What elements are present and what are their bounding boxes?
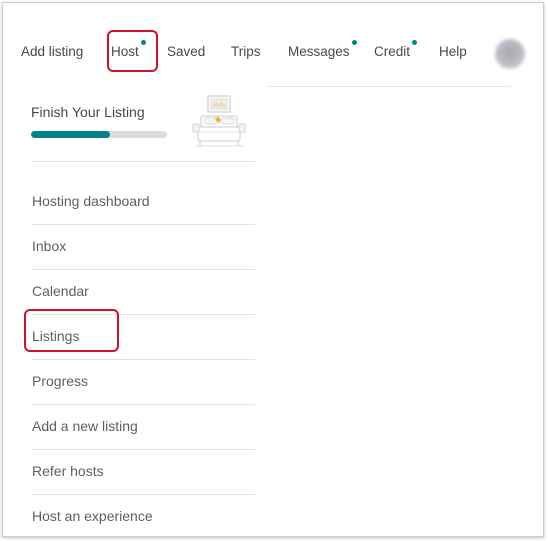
menu-item-add-new-listing[interactable]: Add a new listing <box>31 405 255 450</box>
listing-progress-bar <box>31 131 167 138</box>
nav-messages[interactable]: Messages <box>288 40 357 59</box>
menu-item-label: Host an experience <box>32 508 153 524</box>
nav-trips-label: Trips <box>231 44 261 59</box>
menu-item-inbox[interactable]: Inbox <box>31 225 255 270</box>
menu-item-listings[interactable]: Listings <box>31 315 255 360</box>
app-window: Add listing Host Saved Trips Messages Cr… <box>2 2 544 537</box>
menu-item-progress[interactable]: Progress <box>31 360 255 405</box>
nav-trips[interactable]: Trips <box>231 44 261 59</box>
menu-item-refer-hosts[interactable]: Refer hosts <box>31 450 255 495</box>
menu-item-label: Add a new listing <box>32 418 138 434</box>
menu-item-label: Calendar <box>32 283 89 299</box>
nav-add-listing[interactable]: Add listing <box>21 44 83 59</box>
top-nav: Add listing Host Saved Trips Messages Cr… <box>3 31 543 75</box>
menu-item-calendar[interactable]: Calendar <box>31 270 255 315</box>
nav-saved[interactable]: Saved <box>167 44 205 59</box>
menu-item-label: Listings <box>32 328 80 344</box>
user-avatar[interactable] <box>495 39 525 69</box>
nav-messages-label: Messages <box>288 44 350 59</box>
nav-divider <box>267 86 511 87</box>
finish-listing-card[interactable]: Finish Your Listing <box>31 91 255 162</box>
nav-host-label: Host <box>111 44 139 59</box>
nav-add-listing-label: Add listing <box>21 44 84 59</box>
host-dropdown-menu: Finish Your Listing Hosting dashboard In… <box>31 91 255 539</box>
menu-item-label: Inbox <box>32 238 67 254</box>
notification-dot-icon <box>412 40 418 45</box>
menu-item-hosting-dashboard[interactable]: Hosting dashboard <box>31 180 255 225</box>
nav-saved-label: Saved <box>167 44 206 59</box>
finish-listing-title: Finish Your Listing <box>31 104 145 120</box>
bed-icon <box>192 95 246 147</box>
menu-item-host-experience[interactable]: Host an experience <box>31 495 255 539</box>
menu-item-label: Progress <box>32 373 89 389</box>
nav-host[interactable]: Host <box>111 40 146 59</box>
nav-help[interactable]: Help <box>439 44 467 59</box>
menu-item-label: Refer hosts <box>32 463 104 479</box>
listing-progress-fill <box>31 131 110 138</box>
nav-credit[interactable]: Credit <box>374 40 418 59</box>
nav-help-label: Help <box>439 44 467 59</box>
menu-item-label: Hosting dashboard <box>32 193 150 209</box>
notification-dot-icon <box>140 40 146 45</box>
notification-dot-icon <box>351 40 357 45</box>
nav-credit-label: Credit <box>374 44 411 59</box>
